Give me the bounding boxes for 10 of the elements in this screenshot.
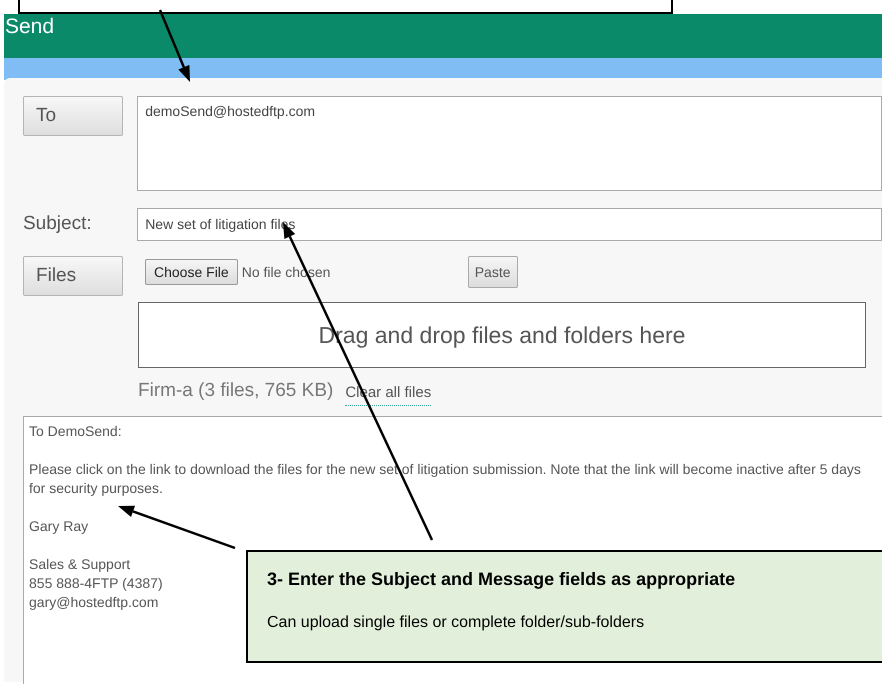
to-field[interactable]: demoSend@hostedftp.com xyxy=(137,96,882,191)
header-title: Send xyxy=(4,14,54,40)
subject-label: Subject: xyxy=(23,212,93,236)
choose-file-button[interactable]: Choose File xyxy=(145,259,238,285)
files-button[interactable]: Files xyxy=(23,256,123,296)
callout-text: Can upload single files or complete folder/sub-folders xyxy=(267,613,646,633)
to-button[interactable]: To xyxy=(23,96,123,136)
files-summary: Firm-a (3 files, 765 KB) xyxy=(138,379,334,403)
callout-title: 3- Enter the Subject and Message fields as appropriate xyxy=(267,568,736,591)
paste-button[interactable]: Paste xyxy=(468,256,518,288)
